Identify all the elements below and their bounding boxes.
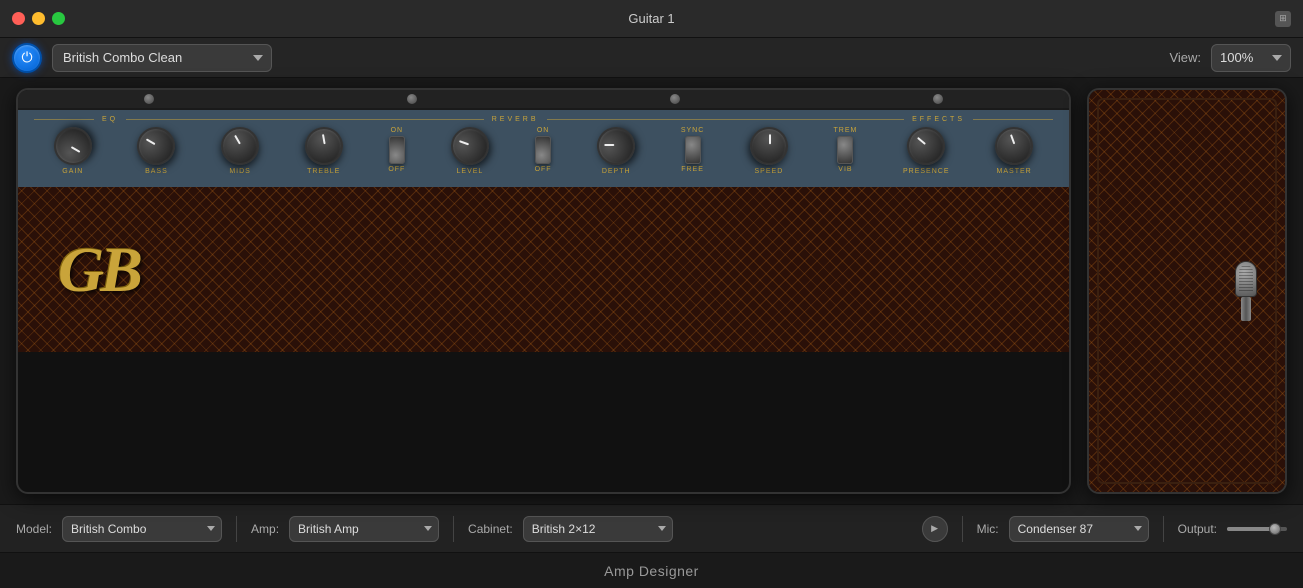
play-button[interactable]: ▶ bbox=[922, 516, 948, 542]
model-label: Model: bbox=[16, 522, 52, 536]
cabinet-label: Cabinet: bbox=[468, 522, 513, 536]
depth-knob-group: DEPTH bbox=[597, 127, 635, 175]
window-title: Guitar 1 bbox=[628, 11, 674, 26]
microphone bbox=[1235, 261, 1257, 321]
strap-bolt-2 bbox=[406, 93, 418, 105]
divider-2 bbox=[453, 516, 454, 542]
output-label: Output: bbox=[1178, 522, 1217, 536]
master-knob[interactable] bbox=[992, 124, 1036, 168]
master-knob-group: MASTER bbox=[995, 127, 1033, 175]
vib-label: VIB bbox=[838, 166, 852, 173]
view-dropdown[interactable]: 100% bbox=[1211, 44, 1291, 72]
free-label: FREE bbox=[681, 166, 704, 173]
chorus-toggle-group: ON OFF bbox=[535, 127, 552, 173]
close-button[interactable] bbox=[12, 12, 25, 25]
maximize-button[interactable] bbox=[52, 12, 65, 25]
amp-top-strap bbox=[18, 90, 1069, 110]
bass-knob-group: BASS bbox=[137, 127, 175, 175]
sync-toggle-group: SYNC FREE bbox=[681, 127, 704, 173]
trem-label: TREM bbox=[834, 127, 858, 134]
bass-label: BASS bbox=[145, 168, 168, 175]
titlebar-right: ⊞ bbox=[1275, 11, 1291, 27]
power-button[interactable]: ⏻ bbox=[12, 43, 42, 73]
reverb-section-label: REVERB bbox=[492, 116, 539, 123]
titlebar: Guitar 1 ⊞ bbox=[0, 0, 1303, 38]
sync-label: SYNC bbox=[681, 127, 704, 134]
strap-bolt-1 bbox=[143, 93, 155, 105]
preset-dropdown[interactable]: British Combo Clean bbox=[52, 44, 272, 72]
mids-knob[interactable] bbox=[221, 127, 259, 165]
gain-knob-group: GAIN bbox=[54, 127, 92, 175]
chorus-off-label: OFF bbox=[535, 166, 552, 173]
divider-3 bbox=[962, 516, 963, 542]
level-label: LEVEL bbox=[457, 168, 484, 175]
presence-label: PRESENCE bbox=[903, 168, 950, 175]
effects-section-label: EFFECTS bbox=[912, 116, 965, 123]
mic-dropdown[interactable]: Condenser 87 bbox=[1009, 516, 1149, 542]
expand-button[interactable]: ⊞ bbox=[1275, 11, 1291, 27]
eq-section-label: EQ bbox=[102, 116, 118, 123]
cabinet-grille bbox=[1089, 90, 1285, 492]
output-slider[interactable] bbox=[1227, 527, 1287, 531]
depth-label: DEPTH bbox=[602, 168, 631, 175]
app-label-bar: Amp Designer bbox=[0, 552, 1303, 588]
amp-container: EQ REVERB EFFECTS GAIN BASS bbox=[16, 88, 1071, 494]
window-controls bbox=[12, 12, 65, 25]
gain-label: GAIN bbox=[62, 168, 83, 175]
treble-label: TREBLE bbox=[307, 168, 340, 175]
output-slider-thumb bbox=[1269, 523, 1281, 535]
minimize-button[interactable] bbox=[32, 12, 45, 25]
toolbar: ⏻ British Combo Clean View: 100% bbox=[0, 38, 1303, 78]
master-label: MASTER bbox=[997, 168, 1032, 175]
amp-dropdown[interactable]: British Amp bbox=[289, 516, 439, 542]
presence-knob-group: PRESENCE bbox=[903, 127, 950, 175]
bass-knob[interactable] bbox=[130, 120, 182, 172]
level-knob[interactable] bbox=[443, 119, 497, 173]
main-area: EQ REVERB EFFECTS GAIN BASS bbox=[0, 78, 1303, 504]
cabinet-container bbox=[1087, 88, 1287, 494]
reverb-off-label: OFF bbox=[388, 166, 405, 173]
mic-head bbox=[1235, 261, 1257, 297]
reverb-toggle-group: ON OFF bbox=[388, 127, 405, 173]
controls-panel: EQ REVERB EFFECTS GAIN BASS bbox=[18, 110, 1069, 187]
output-slider-fill bbox=[1227, 527, 1272, 531]
amp-logo: GB bbox=[58, 233, 139, 307]
gain-knob[interactable] bbox=[47, 120, 99, 172]
amp-grille: GB bbox=[18, 187, 1069, 352]
play-icon: ▶ bbox=[931, 523, 938, 534]
power-icon: ⏻ bbox=[21, 49, 32, 66]
amp-label: Amp: bbox=[251, 522, 279, 536]
treble-knob-group: TREBLE bbox=[305, 127, 343, 175]
trem-toggle-group: TREM VIB bbox=[834, 127, 858, 173]
depth-knob[interactable] bbox=[590, 120, 642, 172]
cabinet-dropdown[interactable]: British 2×12 bbox=[523, 516, 673, 542]
presence-knob[interactable] bbox=[902, 122, 951, 171]
trem-toggle[interactable] bbox=[837, 136, 853, 164]
bottom-bar: Model: British Combo Amp: British Amp Ca… bbox=[0, 504, 1303, 552]
mic-label: Mic: bbox=[977, 522, 999, 536]
divider-4 bbox=[1163, 516, 1164, 542]
sync-toggle[interactable] bbox=[685, 136, 701, 164]
divider-1 bbox=[236, 516, 237, 542]
grille-pattern bbox=[18, 187, 1069, 352]
level-knob-group: LEVEL bbox=[451, 127, 489, 175]
speed-label: SPEED bbox=[755, 168, 784, 175]
reverb-toggle[interactable] bbox=[389, 136, 405, 164]
strap-bolt-3 bbox=[669, 93, 681, 105]
view-label: View: bbox=[1169, 50, 1201, 65]
chorus-on-label: ON bbox=[537, 127, 550, 134]
app-label: Amp Designer bbox=[604, 563, 699, 579]
treble-knob[interactable] bbox=[299, 122, 348, 171]
strap-bolt-4 bbox=[932, 93, 944, 105]
mids-label: MIDS bbox=[229, 168, 251, 175]
model-dropdown[interactable]: British Combo bbox=[62, 516, 222, 542]
speed-knob[interactable] bbox=[743, 120, 795, 172]
mids-knob-group: MIDS bbox=[221, 127, 259, 175]
speed-knob-group: SPEED bbox=[750, 127, 788, 175]
reverb-on-label: ON bbox=[391, 127, 404, 134]
mic-body bbox=[1241, 297, 1251, 321]
chorus-toggle[interactable] bbox=[535, 136, 551, 164]
